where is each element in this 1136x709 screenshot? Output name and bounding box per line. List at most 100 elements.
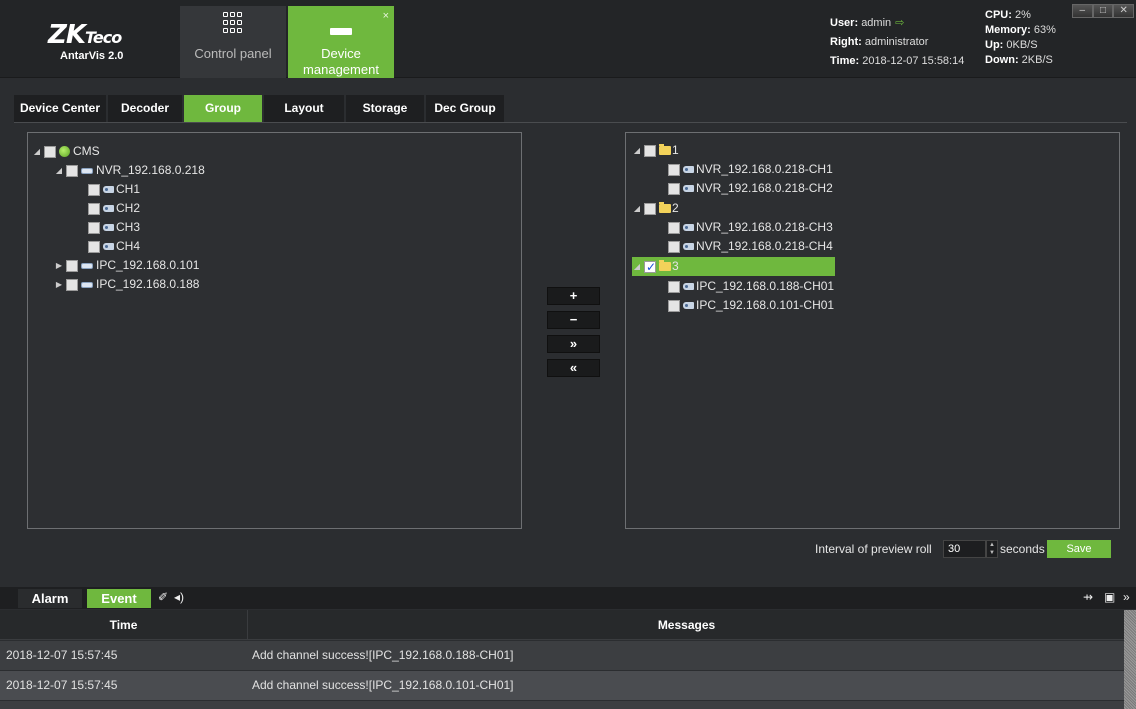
tree-checkbox[interactable] xyxy=(668,221,680,234)
tree-checkbox[interactable] xyxy=(66,164,78,177)
tree-node-cms[interactable]: ◢ CMS xyxy=(32,142,100,161)
tree-checkbox[interactable] xyxy=(668,240,680,253)
group-node-selected[interactable]: ◢ 3 xyxy=(632,257,835,277)
close-tab-icon[interactable]: × xyxy=(383,8,389,24)
add-all-button[interactable]: » xyxy=(547,335,600,353)
camera-icon xyxy=(683,302,694,309)
event-log-scrollbar[interactable] xyxy=(1124,610,1136,709)
camera-icon xyxy=(103,205,114,212)
tab-dec-group[interactable]: Dec Group xyxy=(426,95,504,122)
tree-checkbox[interactable] xyxy=(66,259,78,272)
tree-checkbox[interactable] xyxy=(668,280,680,293)
collapse-arrow-icon[interactable]: ◢ xyxy=(632,199,642,218)
tree-node-channel[interactable]: CH3 xyxy=(86,218,140,237)
expand-arrow-icon[interactable]: ▶ xyxy=(54,275,64,294)
tab-alarm[interactable]: Alarm xyxy=(18,589,82,608)
logout-icon[interactable]: ⇨ xyxy=(895,17,904,29)
tree-node-label: IPC_192.168.0.188 xyxy=(96,277,200,291)
sound-icon[interactable]: ◂) xyxy=(174,590,184,604)
tree-node-nvr[interactable]: ◢ NVR_192.168.0.218 xyxy=(54,161,205,180)
tab-storage[interactable]: Storage xyxy=(346,95,424,122)
window-controls: – □ ✕ xyxy=(1072,4,1135,18)
close-window-icon[interactable]: ✕ xyxy=(1113,4,1135,18)
group-channel-node[interactable]: NVR_192.168.0.218-CH2 xyxy=(666,179,833,198)
globe-icon xyxy=(59,146,70,157)
pin-icon[interactable]: ⇸ xyxy=(1083,590,1093,604)
restore-panel-icon[interactable]: ▣ xyxy=(1104,590,1115,604)
maximize-icon[interactable]: □ xyxy=(1092,4,1114,18)
tree-checkbox[interactable] xyxy=(668,163,680,176)
save-button[interactable]: Save xyxy=(1047,540,1111,558)
nav-control-panel[interactable]: Control panel xyxy=(180,6,286,78)
ipc-icon xyxy=(81,281,93,288)
collapse-arrow-icon[interactable]: ◢ xyxy=(32,142,42,161)
camera-icon xyxy=(103,186,114,193)
tree-checkbox-checked[interactable] xyxy=(644,258,656,277)
product-name: AntarVis 2.0 xyxy=(60,50,124,62)
group-node[interactable]: ◢ 2 xyxy=(632,199,679,218)
remove-button[interactable]: − xyxy=(547,311,600,329)
group-tree-panel: ◢ 1 NVR_192.168.0.218-CH1 NVR_192.168.0.… xyxy=(625,132,1120,529)
tab-decoder[interactable]: Decoder xyxy=(108,95,182,122)
tab-device-center[interactable]: Device Center xyxy=(14,95,106,122)
group-node-label: 1 xyxy=(672,143,679,157)
group-channel-node[interactable]: IPC_192.168.0.188-CH01 xyxy=(666,277,834,296)
tab-layout[interactable]: Layout xyxy=(264,95,344,122)
tree-checkbox[interactable] xyxy=(88,221,100,234)
cpu-value: 2% xyxy=(1014,9,1031,21)
upload-value: 0KB/S xyxy=(1006,39,1038,51)
tree-node-channel[interactable]: CH1 xyxy=(86,180,140,199)
tree-checkbox[interactable] xyxy=(88,183,100,196)
tree-node-label: CH1 xyxy=(116,182,141,196)
group-node-label: NVR_192.168.0.218-CH4 xyxy=(696,239,833,253)
table-row[interactable]: 2018-12-07 15:57:45 Add channel success!… xyxy=(0,671,1124,700)
tree-node-channel[interactable]: CH2 xyxy=(86,199,140,218)
tree-node-label: NVR_192.168.0.218 xyxy=(96,163,205,177)
group-channel-node[interactable]: NVR_192.168.0.218-CH4 xyxy=(666,237,833,256)
memory-value: 63% xyxy=(1033,24,1056,36)
collapse-arrow-icon[interactable]: ◢ xyxy=(54,161,64,180)
preview-roll-input[interactable]: 30 xyxy=(943,540,986,558)
tree-checkbox[interactable] xyxy=(88,240,100,253)
tree-checkbox[interactable] xyxy=(668,182,680,195)
tree-checkbox[interactable] xyxy=(88,202,100,215)
table-row-partial xyxy=(0,701,1124,709)
minimize-icon[interactable]: – xyxy=(1072,4,1093,18)
tab-event[interactable]: Event xyxy=(87,589,151,608)
group-node-label: IPC_192.168.0.188-CH01 xyxy=(696,279,835,293)
camera-icon xyxy=(683,166,694,173)
tab-group[interactable]: Group xyxy=(184,95,262,122)
tree-node-label: CH2 xyxy=(116,201,141,215)
remove-all-button[interactable]: « xyxy=(547,359,600,377)
folder-icon xyxy=(659,144,671,155)
tree-checkbox[interactable] xyxy=(644,202,656,215)
tree-checkbox[interactable] xyxy=(44,145,56,158)
tree-node-ipc[interactable]: ▶ IPC_192.168.0.188 xyxy=(54,275,200,294)
collapse-arrow-icon[interactable]: ◢ xyxy=(632,141,642,160)
collapse-arrow-icon[interactable]: ◢ xyxy=(632,257,642,276)
row-time: 2018-12-07 15:57:45 xyxy=(6,678,118,692)
preview-roll-stepper[interactable]: ▲ ▼ xyxy=(986,540,998,558)
ipc-icon xyxy=(81,262,93,269)
column-time[interactable]: Time xyxy=(0,610,248,640)
clear-icon[interactable]: ✐ xyxy=(158,590,168,604)
tree-checkbox[interactable] xyxy=(66,278,78,291)
column-messages[interactable]: Messages xyxy=(249,610,1124,640)
group-channel-node[interactable]: NVR_192.168.0.218-CH3 xyxy=(666,218,833,237)
tree-checkbox[interactable] xyxy=(668,299,680,312)
tree-checkbox[interactable] xyxy=(644,144,656,157)
tab-divider xyxy=(14,122,1127,123)
group-node[interactable]: ◢ 1 xyxy=(632,141,679,160)
device-management-tabs: Device Center Decoder Group Layout Stora… xyxy=(14,95,504,122)
user-info: User: admin ⇨ Right: administrator Time: … xyxy=(830,17,965,67)
tree-node-channel[interactable]: CH4 xyxy=(86,237,140,256)
group-channel-node[interactable]: NVR_192.168.0.218-CH1 xyxy=(666,160,833,179)
tree-node-label: CH3 xyxy=(116,220,141,234)
tree-node-ipc[interactable]: ▶ IPC_192.168.0.101 xyxy=(54,256,200,275)
expand-arrow-icon[interactable]: ▶ xyxy=(54,256,64,275)
nav-device-management[interactable]: × Device management xyxy=(288,6,394,78)
collapse-panel-icon[interactable]: » xyxy=(1123,590,1130,604)
group-channel-node[interactable]: IPC_192.168.0.101-CH01 xyxy=(666,296,834,315)
add-button[interactable]: + xyxy=(547,287,600,305)
table-row[interactable]: 2018-12-07 15:57:45 Add channel success!… xyxy=(0,641,1124,670)
